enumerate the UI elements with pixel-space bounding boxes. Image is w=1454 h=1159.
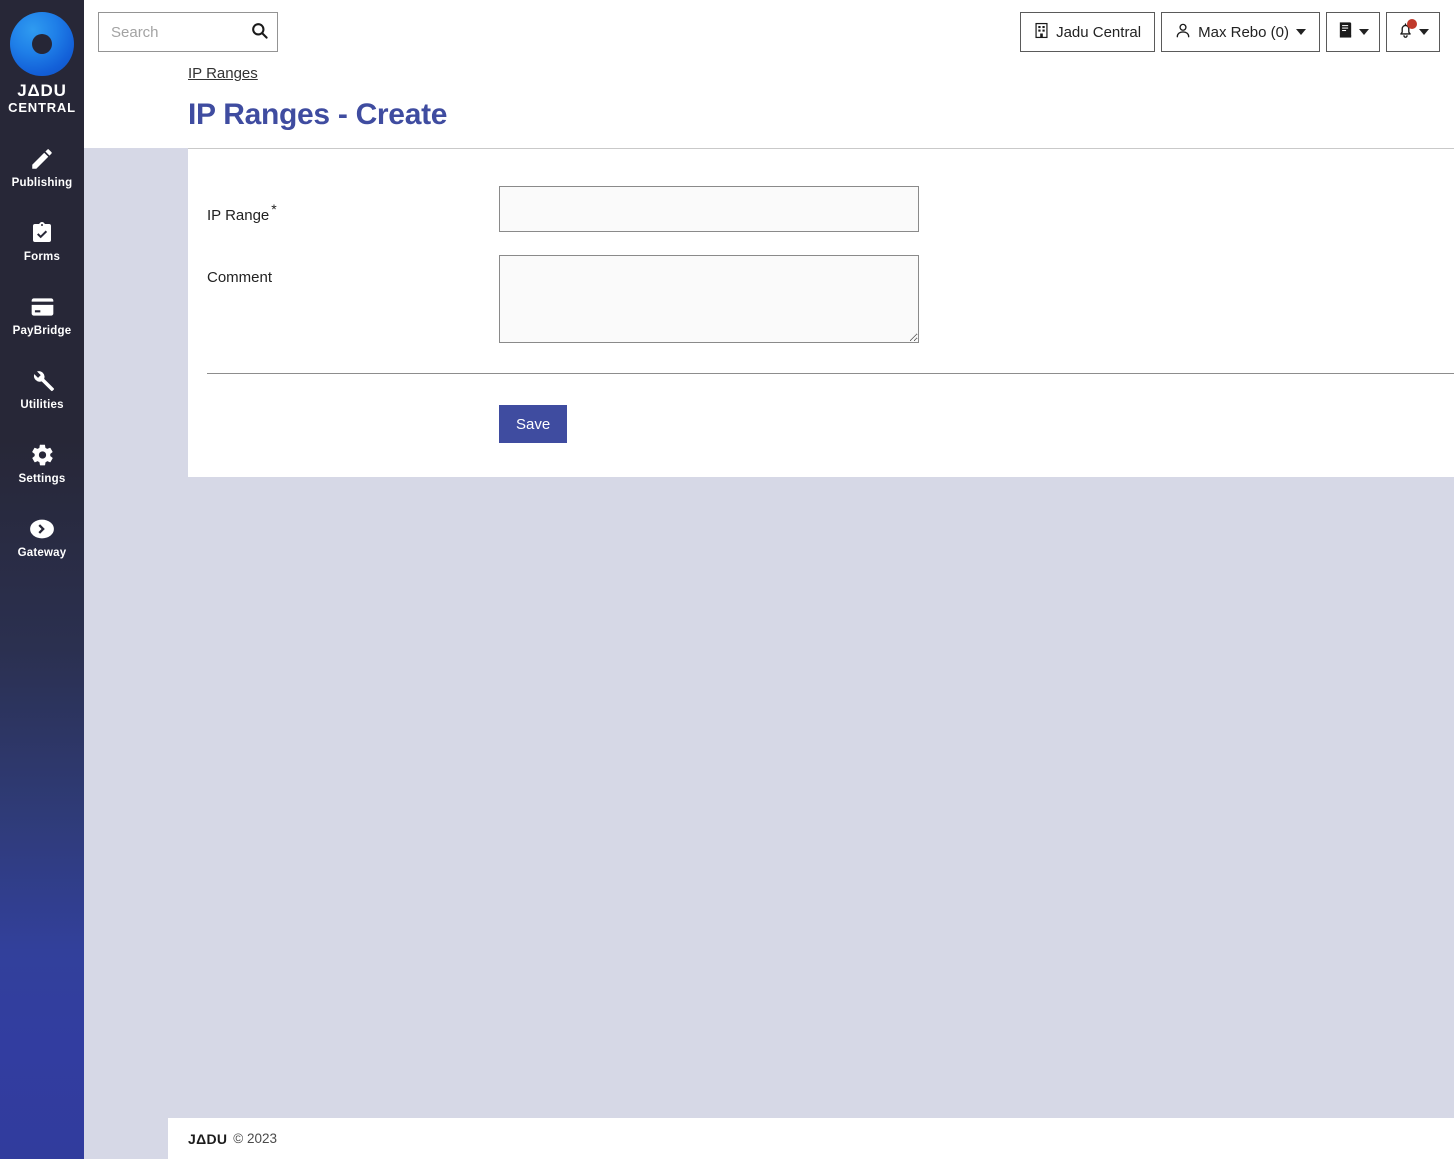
app-root: JΔDU CENTRAL Publishing Forms PayBridge … (0, 0, 1454, 1159)
sidebar-item-paybridge[interactable]: PayBridge (0, 285, 84, 347)
page-footer: JΔDU © 2023 (168, 1118, 1454, 1159)
gear-icon (30, 442, 55, 468)
user-menu-label: Max Rebo (0) (1198, 23, 1289, 41)
required-marker: * (271, 201, 277, 217)
breadcrumb: IP Ranges (84, 64, 1454, 84)
notifications-button[interactable] (1386, 12, 1440, 52)
help-docs-button[interactable] (1326, 12, 1380, 52)
topbar: Jadu Central Max Rebo (0) (84, 0, 1454, 64)
brand-logo[interactable]: JΔDU CENTRAL (8, 12, 76, 115)
sidebar-item-label: PayBridge (12, 325, 72, 337)
notification-alert-dot (1407, 19, 1417, 29)
page-header: IP Ranges IP Ranges - Create (84, 64, 1454, 148)
caret-down-icon (1419, 29, 1429, 35)
bell-icon (1397, 19, 1417, 43)
comment-label: Comment (188, 255, 499, 288)
ip-range-label-text: IP Range (207, 207, 270, 224)
chevron-right-circle-icon (29, 516, 55, 542)
user-menu-button[interactable]: Max Rebo (0) (1161, 12, 1320, 52)
main-region: Jadu Central Max Rebo (0) (84, 0, 1454, 1159)
sidebar-item-label: Utilities (20, 399, 64, 411)
search-icon (250, 21, 269, 43)
comment-label-text: Comment (207, 269, 273, 286)
pencil-icon (29, 146, 55, 172)
brand-name-line1: JΔDU (17, 81, 67, 100)
jadu-ring-logo-icon (10, 12, 74, 76)
sidebar-item-label: Settings (18, 473, 66, 485)
jadu-ring-logo-center (32, 34, 52, 54)
caret-down-icon (1359, 29, 1369, 35)
create-form-card: IP Range * Comment Save (188, 148, 1454, 477)
form-row-ip-range: IP Range * (188, 149, 1454, 232)
building-icon (1034, 22, 1049, 43)
caret-down-icon (1296, 29, 1306, 35)
site-selector-button[interactable]: Jadu Central (1020, 12, 1156, 52)
save-button[interactable]: Save (499, 405, 568, 443)
credit-card-icon (29, 294, 56, 320)
ip-range-label: IP Range * (188, 186, 499, 226)
clipboard-check-icon (30, 220, 54, 246)
topbar-actions: Jadu Central Max Rebo (0) (1020, 12, 1440, 52)
wrench-icon (30, 368, 55, 394)
page-title: IP Ranges - Create (188, 98, 448, 131)
search-button[interactable] (244, 12, 274, 52)
sidebar-item-forms[interactable]: Forms (0, 211, 84, 273)
form-row-comment: Comment (188, 232, 1454, 343)
brand-name-line2: CENTRAL (8, 100, 76, 115)
sidebar-item-label: Publishing (11, 177, 73, 189)
sidebar-item-gateway[interactable]: Gateway (0, 507, 84, 569)
search-box (98, 12, 278, 52)
ip-range-input[interactable] (499, 186, 919, 232)
sidebar-item-publishing[interactable]: Publishing (0, 137, 84, 199)
sidebar-item-utilities[interactable]: Utilities (0, 359, 84, 421)
site-selector-label: Jadu Central (1056, 23, 1142, 41)
breadcrumb-link-ip-ranges[interactable]: IP Ranges (188, 65, 258, 82)
comment-textarea[interactable] (499, 255, 919, 343)
form-actions: Save (188, 374, 1454, 443)
user-icon (1175, 22, 1191, 43)
content-area: IP Range * Comment Save (84, 148, 1454, 1159)
ip-range-form: IP Range * Comment Save (188, 149, 1454, 443)
sidebar-item-label: Gateway (17, 547, 67, 559)
footer-logo: JΔDU (188, 1130, 228, 1147)
sidebar-item-settings[interactable]: Settings (0, 433, 84, 495)
sidebar-item-label: Forms (23, 251, 61, 263)
footer-copyright: © 2023 (233, 1131, 278, 1146)
book-icon (1337, 21, 1354, 43)
sidebar: JΔDU CENTRAL Publishing Forms PayBridge … (0, 0, 84, 1159)
